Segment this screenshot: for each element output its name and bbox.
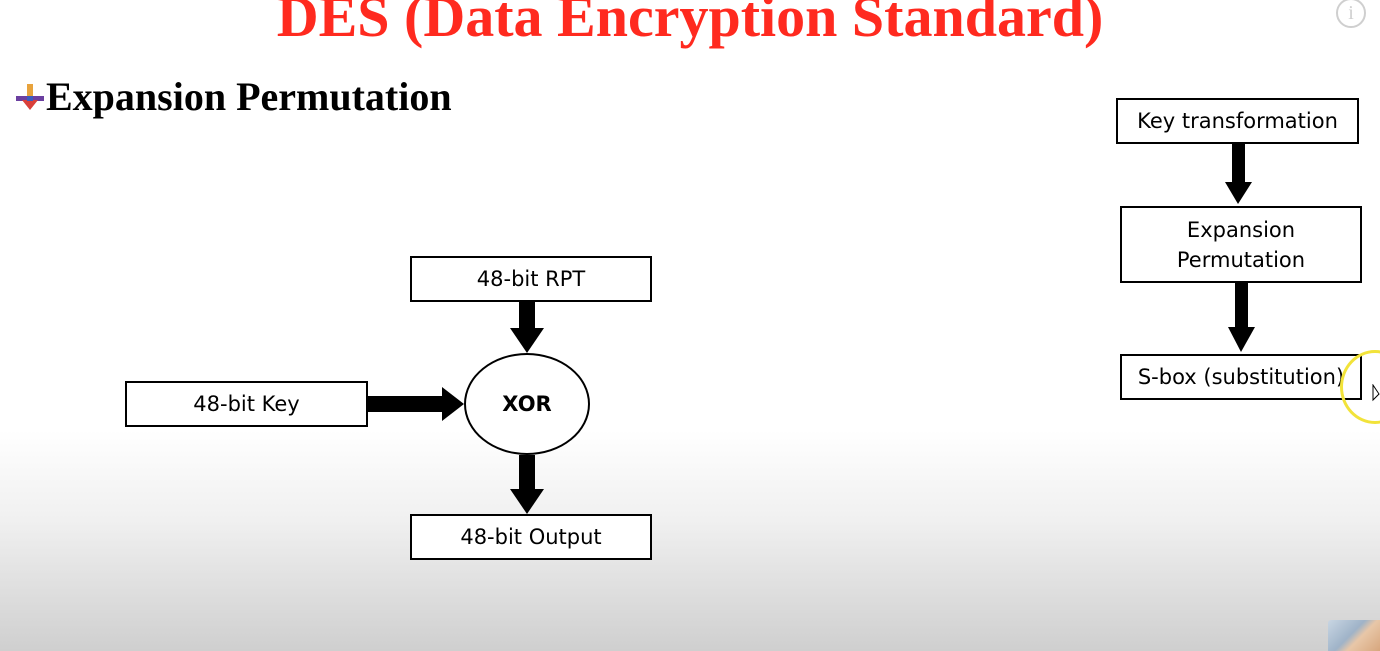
arrow-rpt-to-xor	[510, 302, 544, 353]
arrow-key-to-xor	[368, 387, 464, 421]
webcam-thumbnail	[1328, 620, 1380, 651]
arrow-xor-to-output	[510, 455, 544, 514]
arrow-flow-2	[1228, 283, 1255, 352]
diagram-arrows	[368, 144, 1255, 514]
arrow-flow-1	[1225, 144, 1252, 204]
mouse-cursor-icon	[1372, 384, 1380, 402]
